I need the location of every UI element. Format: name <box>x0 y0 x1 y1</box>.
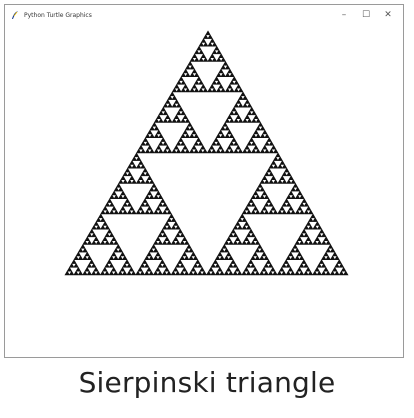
turtle-feather-icon <box>12 11 18 19</box>
window-controls: – ☐ ✕ <box>333 5 399 25</box>
minimize-button[interactable]: – <box>333 5 355 25</box>
turtle-canvas[interactable] <box>6 25 402 356</box>
close-button[interactable]: ✕ <box>377 5 399 25</box>
figure-caption: Sierpinski triangle <box>78 366 336 399</box>
title-bar[interactable]: Python Turtle Graphics – ☐ ✕ <box>5 5 403 25</box>
maximize-button[interactable]: ☐ <box>355 5 377 25</box>
sierpinski-triangle-drawing <box>64 30 349 276</box>
turtle-graphics-window: Python Turtle Graphics – ☐ ✕ <box>4 4 404 358</box>
sierpinski-triangle-path <box>64 30 349 276</box>
window-title: Python Turtle Graphics <box>24 11 92 19</box>
